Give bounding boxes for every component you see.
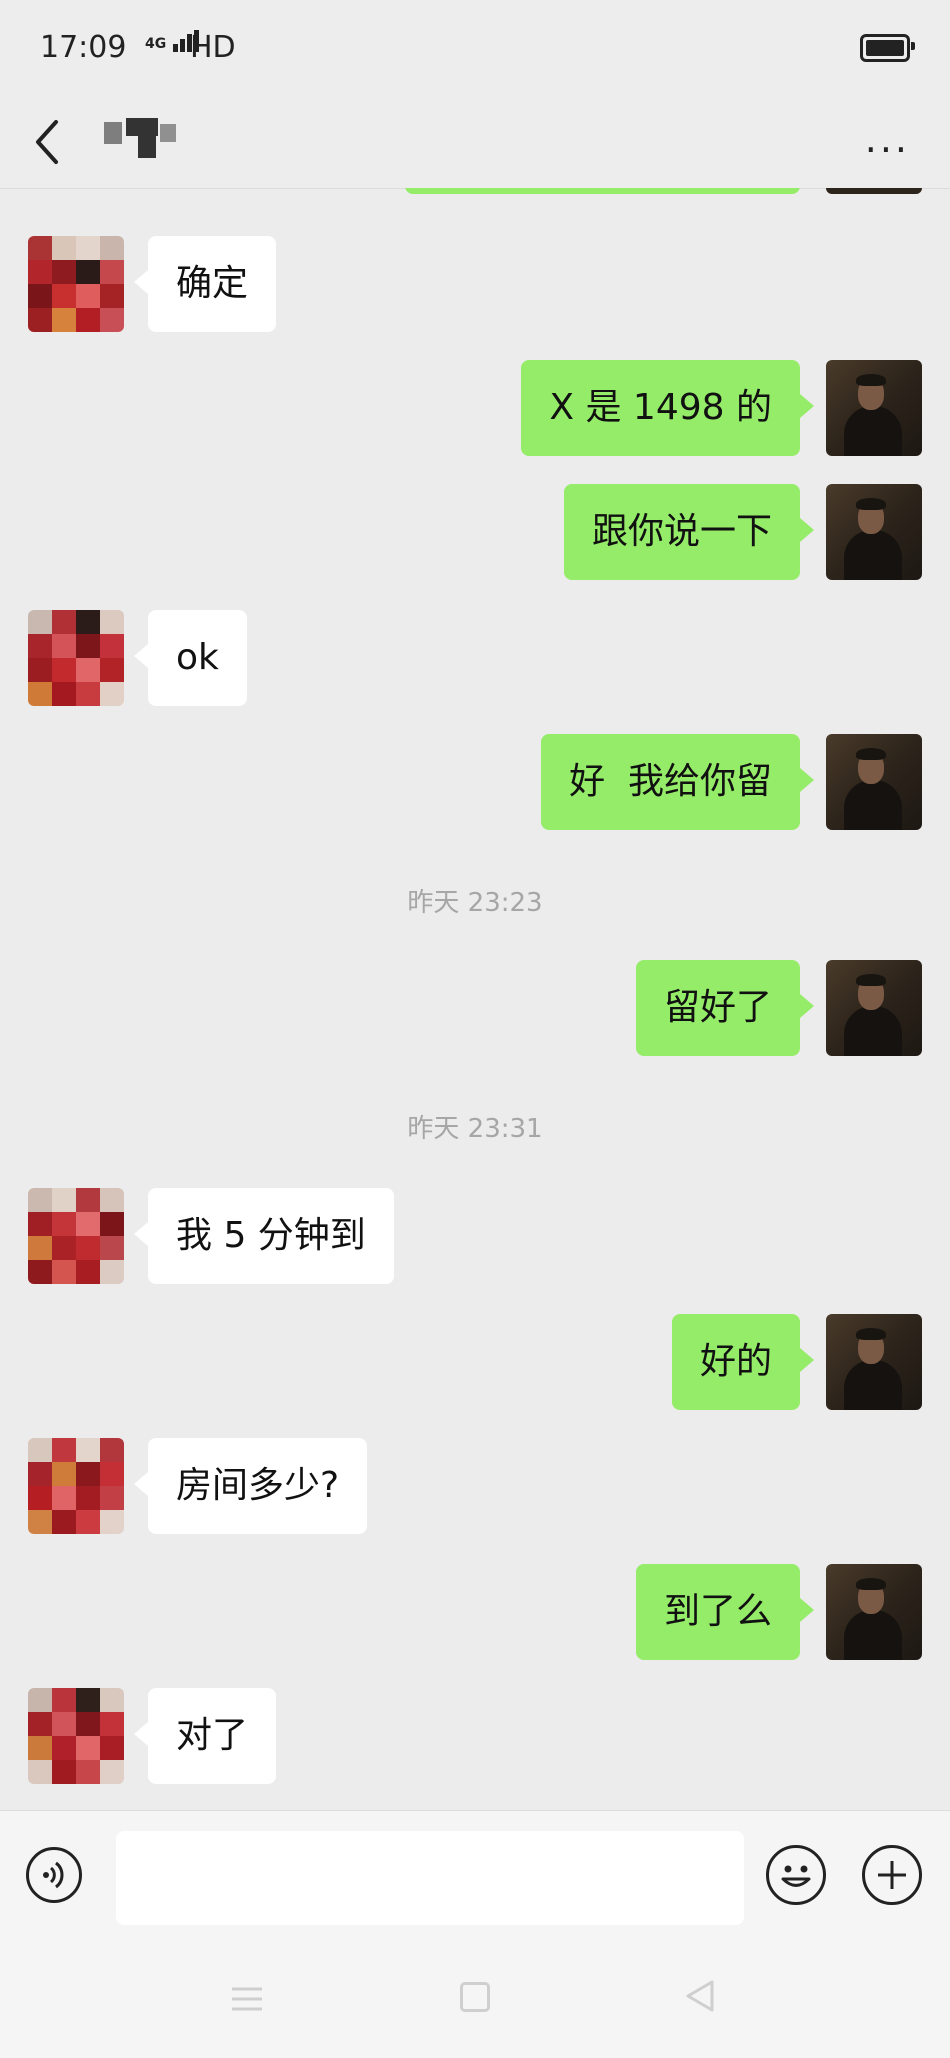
- chat-input-bar: [0, 1810, 950, 1939]
- user-avatar[interactable]: [826, 1314, 922, 1410]
- incoming-message-bubble[interactable]: 确定: [133, 236, 277, 332]
- user-avatar[interactable]: [826, 360, 922, 456]
- plus-icon[interactable]: [862, 1845, 922, 1905]
- emoji-icon[interactable]: [766, 1845, 826, 1905]
- back-triangle-icon[interactable]: [682, 1978, 718, 2014]
- outgoing-message-bubble[interactable]: 留好了: [635, 960, 815, 1056]
- incoming-message-bubble[interactable]: ok: [134, 610, 247, 706]
- user-avatar[interactable]: [826, 1564, 922, 1660]
- message-list[interactable]: 确定 X 是 1498 的 跟你说一下 ok 好 我给你留 昨天 23:23 留…: [0, 188, 950, 1810]
- outgoing-message-bubble[interactable]: 到了么: [635, 1564, 815, 1660]
- user-avatar[interactable]: [826, 484, 922, 580]
- contact-avatar[interactable]: [28, 1438, 124, 1534]
- home-icon[interactable]: [460, 1982, 490, 2012]
- outgoing-message-bubble[interactable]: 跟你说一下: [563, 484, 815, 580]
- partial-outgoing-bubble: [405, 188, 800, 194]
- menu-icon[interactable]: [230, 1986, 264, 2012]
- contact-avatar[interactable]: [28, 1688, 124, 1784]
- user-avatar[interactable]: [826, 960, 922, 1056]
- outgoing-message-bubble[interactable]: 好 我给你留: [541, 734, 814, 830]
- hd-label: HD: [190, 30, 236, 65]
- status-time: 17:09: [40, 30, 127, 65]
- contact-avatar[interactable]: [28, 236, 124, 332]
- network-label: 4G: [145, 36, 167, 52]
- partial-avatar: [826, 188, 922, 194]
- system-navigation-bar: [0, 1938, 950, 2058]
- back-chevron-icon[interactable]: [28, 114, 68, 170]
- incoming-message-bubble[interactable]: 房间多少?: [133, 1438, 368, 1534]
- message-input[interactable]: [116, 1831, 744, 1925]
- user-avatar[interactable]: [826, 734, 922, 830]
- outgoing-message-bubble[interactable]: 好的: [671, 1314, 815, 1410]
- contact-name-redacted: [104, 118, 184, 158]
- contact-avatar[interactable]: [28, 1188, 124, 1284]
- timestamp: 昨天 23:23: [407, 888, 543, 918]
- voice-icon[interactable]: [26, 1847, 82, 1903]
- more-options-icon[interactable]: ···: [865, 128, 910, 172]
- status-bar: 17:09 4G HD: [0, 0, 950, 96]
- contact-avatar[interactable]: [28, 610, 124, 706]
- battery-icon: [860, 34, 915, 62]
- outgoing-message-bubble[interactable]: X 是 1498 的: [521, 360, 814, 456]
- incoming-message-bubble[interactable]: 我 5 分钟到: [134, 1188, 394, 1284]
- timestamp: 昨天 23:31: [407, 1114, 543, 1144]
- incoming-message-bubble[interactable]: 对了: [133, 1688, 277, 1784]
